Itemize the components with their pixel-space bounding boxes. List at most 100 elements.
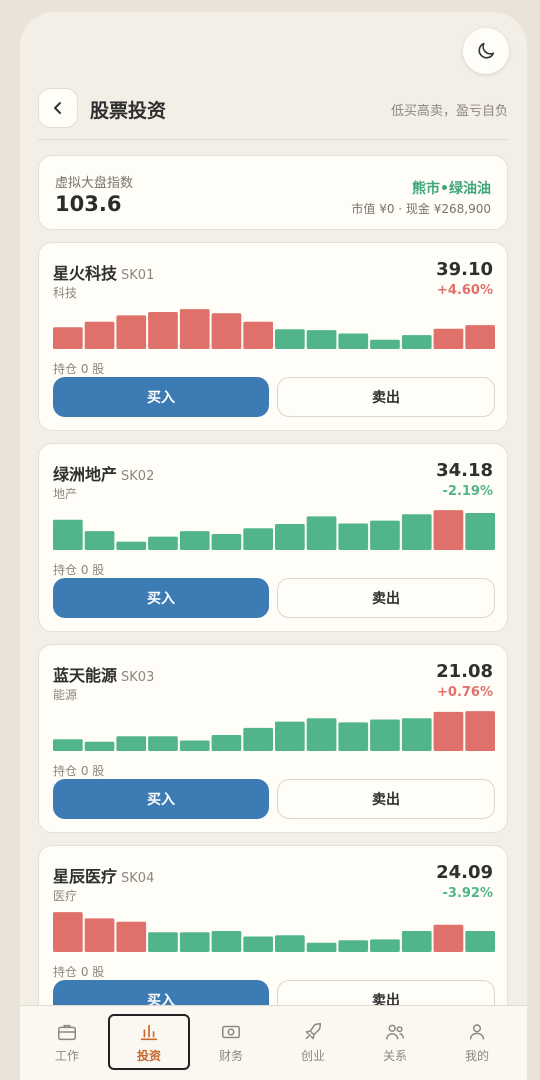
tab-label: 我的 (464, 1048, 489, 1063)
sparkline-bar (243, 321, 273, 349)
sparkline-bar (211, 931, 242, 952)
market-index-card: 虚拟大盘指数 103.6 熊市•绿油油 市值 ¥0 · 现金 ¥268,900 (38, 155, 508, 230)
sparkline-bar (148, 536, 178, 550)
sparkline-bar (465, 931, 495, 952)
banknote-icon (222, 1025, 240, 1038)
sparkline-bar (116, 315, 147, 349)
stock-name-block: 蓝天能源 SK03 (53, 662, 154, 686)
sparkline-bar (465, 513, 495, 550)
sparkline-bar (84, 918, 115, 952)
stock-change: -3.92% (442, 886, 494, 901)
sparkline-bar (179, 932, 210, 952)
stock-code: SK03 (121, 670, 155, 685)
buy-button[interactable]: 买入 (53, 578, 269, 618)
sparkline-bar (465, 711, 495, 751)
stock-card: 蓝天能源 SK03 能源 21.08 +0.76% 持仓 0 股 买入 卖出 (38, 644, 508, 833)
tab-invest[interactable]: 投资 (108, 1014, 190, 1070)
sparkline-bar (148, 312, 178, 349)
moon-icon (478, 42, 495, 59)
stock-card: 星火科技 SK01 科技 39.10 +4.60% 持仓 0 股 买入 卖出 (38, 242, 508, 431)
stock-sector: 科技 (53, 286, 78, 300)
stock-sector: 能源 (53, 688, 78, 702)
sparkline-bar (116, 541, 147, 550)
stock-name-block: 星火科技 SK01 (53, 260, 154, 284)
sparkline-bar (370, 339, 400, 349)
rocket-icon (305, 1022, 322, 1040)
buy-button[interactable]: 买入 (53, 377, 269, 417)
sparkline-bar (53, 519, 83, 550)
stock-change: +4.60% (437, 283, 493, 298)
tab-relations[interactable]: 关系 (354, 1014, 436, 1070)
sparkline-bar (275, 935, 305, 952)
sparkline-bar (84, 741, 115, 751)
sparkline-bar (401, 931, 432, 952)
tab-work[interactable]: 工作 (26, 1014, 108, 1070)
chevron-left-icon (54, 102, 61, 114)
sparkline-bar (84, 531, 115, 550)
holding-count: 持仓 0 股 (53, 563, 105, 577)
holding-count: 持仓 0 股 (53, 362, 105, 376)
stock-code: SK04 (121, 871, 155, 886)
tab-finance[interactable]: 财务 (190, 1014, 272, 1070)
price-sparkline (53, 510, 495, 550)
sell-button[interactable]: 卖出 (277, 377, 495, 417)
tab-label: 财务 (218, 1048, 243, 1063)
back-button[interactable] (38, 88, 78, 128)
sparkline-bar (211, 735, 242, 751)
page-header: 股票投资 低买高卖，盈亏自负 (38, 88, 508, 140)
theme-toggle-button[interactable] (463, 28, 509, 74)
sparkline-bar (148, 736, 178, 751)
sparkline-bar (179, 309, 210, 349)
sparkline-bar (116, 921, 147, 952)
stock-price: 39.10 (436, 259, 493, 280)
stock-code: SK02 (121, 469, 155, 484)
people-icon (386, 1024, 404, 1039)
sparkline-bar (243, 528, 273, 550)
chart-icon (140, 1024, 158, 1040)
tab-profile[interactable]: 我的 (436, 1014, 518, 1070)
stock-name: 绿洲地产 (53, 465, 118, 484)
stock-name: 星辰医疗 (53, 867, 118, 886)
index-value: 103.6 (55, 192, 122, 216)
holding-count: 持仓 0 股 (53, 965, 105, 979)
sparkline-bar (338, 523, 369, 550)
sparkline-bar (179, 740, 210, 751)
sparkline-bar (84, 321, 115, 349)
stock-change: +0.76% (437, 685, 493, 700)
tab-label: 创业 (300, 1048, 325, 1063)
sparkline-bar (370, 719, 400, 751)
price-sparkline (53, 711, 495, 751)
sparkline-bar (433, 924, 464, 952)
sparkline-bar (433, 510, 464, 550)
buy-button[interactable]: 买入 (53, 779, 269, 819)
sparkline-bar (53, 912, 83, 952)
sparkline-bar (211, 534, 242, 550)
stock-price: 34.18 (436, 460, 493, 481)
sparkline-bar (275, 524, 305, 550)
holding-count: 持仓 0 股 (53, 764, 105, 778)
sell-button[interactable]: 卖出 (277, 779, 495, 819)
sell-button[interactable]: 卖出 (277, 578, 495, 618)
sparkline-bar (370, 939, 400, 952)
sparkline-bar (465, 325, 495, 349)
sparkline-bar (306, 942, 337, 952)
sparkline-bar (243, 936, 273, 952)
sparkline-bar (179, 531, 210, 550)
sparkline-bar (401, 514, 432, 550)
sparkline-bar (275, 329, 305, 349)
bottom-tab-bar: 工作 投资 财务 创业 关系 我的 (20, 1005, 527, 1080)
stock-name-block: 绿洲地产 SK02 (53, 461, 154, 485)
sparkline-bar (338, 333, 369, 349)
sparkline-bar (148, 932, 178, 952)
market-state: 熊市•绿油油 (412, 181, 491, 197)
sparkline-bar (370, 520, 400, 550)
sparkline-bar (243, 727, 273, 751)
stock-price: 24.09 (436, 862, 493, 883)
tab-startup[interactable]: 创业 (272, 1014, 354, 1070)
index-label: 虚拟大盘指数 (55, 176, 134, 191)
price-sparkline (53, 912, 495, 952)
stock-change: -2.19% (442, 484, 494, 499)
stock-name: 蓝天能源 (53, 666, 118, 685)
sparkline-bar (306, 330, 337, 349)
sparkline-bar (401, 335, 432, 349)
